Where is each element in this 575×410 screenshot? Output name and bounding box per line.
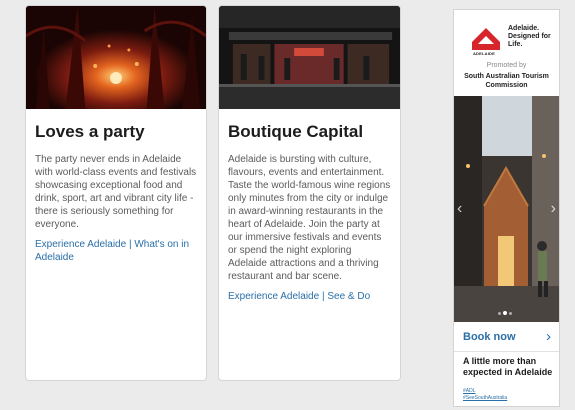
tourism-ad[interactable]: ADELAIDE Adelaide. Designed for Life. Pr… bbox=[453, 9, 560, 407]
card-title[interactable]: Loves a party bbox=[35, 122, 198, 142]
hashtag-link[interactable]: #SeeSouthAustralia bbox=[463, 395, 507, 401]
chevron-right-icon: › bbox=[546, 328, 551, 345]
book-now-button[interactable]: Book now › bbox=[454, 324, 559, 352]
card-boutique-capital[interactable]: Boutique Capital Adelaide is bursting wi… bbox=[218, 5, 401, 381]
festival-forest-image[interactable] bbox=[26, 6, 206, 109]
carousel-dot[interactable] bbox=[498, 312, 501, 315]
carousel-prev-icon[interactable]: ‹ bbox=[457, 200, 462, 218]
ad-tagline: Adelaide. Designed for Life. bbox=[508, 25, 551, 48]
promoted-by-label: Promoted by bbox=[486, 62, 527, 69]
card-description: Adelaide is bursting with culture, flavo… bbox=[228, 154, 391, 282]
laneway-photo[interactable] bbox=[454, 96, 559, 322]
sponsor-name: South Australian Tourism Commission bbox=[464, 73, 549, 89]
hashtag-link[interactable]: #ADL bbox=[463, 388, 476, 394]
carousel-dot-active[interactable] bbox=[503, 311, 507, 315]
book-now-label: Book now bbox=[463, 331, 516, 343]
ad-headline[interactable]: A little more than expected in Adelaide bbox=[463, 356, 555, 378]
carousel-dots bbox=[498, 302, 514, 320]
card-link[interactable]: Experience Adelaide | What's on in Adela… bbox=[35, 238, 198, 264]
card-description: The party never ends in Adelaide with wo… bbox=[35, 154, 197, 230]
ad-logo-row: ADELAIDE Adelaide. Designed for Life. bbox=[454, 10, 559, 60]
carousel-dot[interactable] bbox=[509, 312, 512, 315]
restaurant-storefront-image[interactable] bbox=[219, 6, 400, 109]
carousel-next-icon[interactable]: › bbox=[551, 200, 556, 218]
logo-wordmark: ADELAIDE bbox=[472, 51, 496, 56]
card-title[interactable]: Boutique Capital bbox=[228, 122, 392, 142]
card-link[interactable]: Experience Adelaide | See & Do bbox=[228, 290, 392, 303]
card-loves-a-party[interactable]: Loves a party The party never ends in Ad… bbox=[25, 5, 207, 381]
